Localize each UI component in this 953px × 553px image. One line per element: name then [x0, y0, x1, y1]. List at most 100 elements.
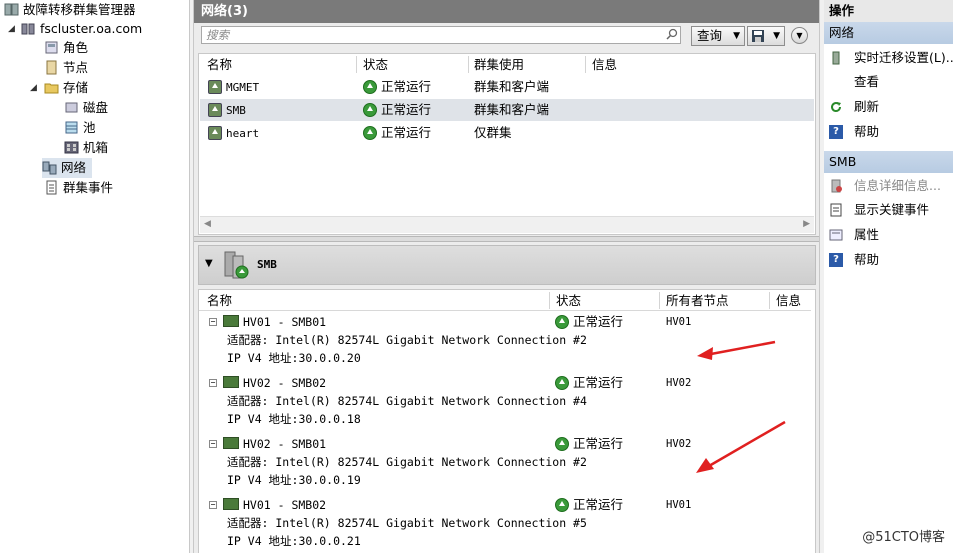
help-icon: ?	[829, 253, 843, 267]
interface-name: HV02 - SMB02	[223, 374, 326, 392]
list-item[interactable]: − HV02 - SMB01 适配器: Intel(R) 82574L Giga…	[199, 435, 811, 496]
interface-name: HV02 - SMB01	[223, 435, 326, 453]
tree-item-nodes[interactable]: 节点	[44, 58, 88, 78]
tree-item-label: 磁盘	[83, 100, 109, 115]
column-header-status[interactable]: 状态	[363, 55, 388, 75]
network-adapter-icon	[223, 498, 239, 510]
horizontal-splitter[interactable]	[194, 236, 819, 242]
tree-item-label: 存储	[63, 80, 89, 95]
network-name: heart	[226, 127, 260, 140]
column-header-owner-node[interactable]: 所有者节点	[666, 291, 729, 311]
ip-text: IP V4 地址:30.0.0.18	[227, 412, 361, 426]
ip-text: IP V4 地址:30.0.0.19	[227, 473, 361, 487]
network-list: 名称 状态 群集使用 信息 MGMET 正常运行 群集和客户端 SMB 正常运行…	[198, 53, 816, 235]
collapse-icon[interactable]: −	[209, 501, 217, 509]
pool-icon	[65, 121, 78, 134]
table-row[interactable]: MGMET 正常运行 群集和客户端	[200, 76, 814, 98]
refresh-icon	[831, 102, 842, 113]
query-button[interactable]: 查询 ▼	[691, 26, 745, 46]
collapse-icon[interactable]: −	[209, 440, 217, 448]
tree-root[interactable]: 故障转移群集管理器	[4, 0, 136, 20]
details-action[interactable]: 信息详细信息...	[824, 175, 953, 197]
network-icon	[42, 161, 57, 175]
status-up-icon	[555, 376, 569, 390]
status-cell: 正常运行	[363, 122, 431, 144]
tree-item-label: 网络	[61, 160, 87, 175]
refresh-action[interactable]: 刷新	[824, 96, 953, 118]
table-row[interactable]: SMB 正常运行 群集和客户端	[200, 99, 814, 121]
live-migration-settings-action[interactable]: 实时迁移设置(L)...	[824, 47, 953, 69]
scroll-right-icon[interactable]: ▶	[803, 219, 810, 229]
help-action-smb[interactable]: ? 帮助	[824, 249, 953, 271]
network-name-cell: SMB	[208, 99, 246, 122]
network-name: SMB	[226, 104, 246, 117]
center-pane: 网络(3) 搜索 查询 ▼ ▼ ▼ 名称 状态 群集使用 信息 MGMET 正常运…	[194, 0, 819, 553]
column-header-name[interactable]: 名称	[207, 55, 232, 75]
network-adapter-icon	[223, 437, 239, 449]
actions-section-networks[interactable]: 网络	[824, 22, 953, 44]
column-header-info[interactable]: 信息	[592, 55, 617, 75]
column-header-info[interactable]: 信息	[776, 291, 801, 311]
tree-item-pools[interactable]: 池	[64, 118, 96, 138]
status-up-icon	[363, 80, 377, 94]
tree-item-cluster-events[interactable]: 群集事件	[44, 178, 113, 198]
properties-action[interactable]: 属性	[824, 224, 953, 246]
actions-section-smb[interactable]: SMB	[824, 151, 953, 173]
view-action[interactable]: 查看	[824, 71, 953, 93]
tree-cluster[interactable]: fscluster.oa.com	[21, 19, 142, 39]
search-icon[interactable]	[666, 28, 678, 40]
tree-item-enclosures[interactable]: 机箱	[64, 138, 108, 158]
column-header-name[interactable]: 名称	[207, 291, 232, 311]
list-item[interactable]: − HV02 - SMB02 适配器: Intel(R) 82574L Giga…	[199, 374, 811, 435]
usage-cell: 仅群集	[474, 125, 512, 140]
tree-item-label: 群集事件	[63, 180, 114, 195]
collapse-toolbar-button[interactable]: ▼	[791, 27, 808, 44]
usage-cell: 群集和客户端	[474, 79, 550, 94]
save-query-button[interactable]: ▼	[747, 26, 785, 46]
status-up-icon	[555, 315, 569, 329]
tree-item-disks[interactable]: 磁盘	[64, 98, 108, 118]
tree-root-label: 故障转移群集管理器	[23, 2, 136, 17]
tree-cluster-label: fscluster.oa.com	[40, 21, 143, 36]
list-item[interactable]: − HV01 - SMB02 适配器: Intel(R) 82574L Giga…	[199, 496, 811, 553]
navigation-tree: 故障转移群集管理器 ◢ fscluster.oa.com 角色 节点 ◢ 存储 …	[0, 0, 189, 553]
expand-toggle[interactable]: ◢	[8, 19, 18, 39]
actions-pane: 操作 网络 实时迁移设置(L)... 查看 刷新 ? 帮助 SMB 信息详细信息.…	[824, 0, 953, 553]
expand-toggle[interactable]: ◢	[30, 78, 40, 98]
status-up-icon	[363, 103, 377, 117]
column-header-status[interactable]: 状态	[556, 291, 581, 311]
table-row[interactable]: heart 正常运行 仅群集	[200, 122, 814, 144]
search-input[interactable]: 搜索	[201, 26, 681, 44]
status-up-icon	[555, 437, 569, 451]
tree-item-networks[interactable]: 网络	[42, 158, 93, 178]
ip-text: IP V4 地址:30.0.0.20	[227, 351, 361, 365]
network-adapter-icon	[223, 315, 239, 327]
collapse-icon[interactable]: −	[209, 318, 217, 326]
horizontal-scrollbar[interactable]: ◀ ▶	[200, 216, 814, 233]
scroll-left-icon[interactable]: ◀	[204, 219, 211, 229]
disk-icon	[65, 102, 78, 113]
status-cell: 正常运行	[555, 313, 623, 331]
interface-name: HV01 - SMB02	[223, 496, 326, 514]
roles-icon	[45, 41, 58, 54]
network-server-icon	[224, 251, 249, 279]
collapse-icon[interactable]: −	[209, 379, 217, 387]
help-action[interactable]: ? 帮助	[824, 121, 953, 143]
adapter-text: 适配器: Intel(R) 82574L Gigabit Network Con…	[227, 455, 587, 469]
chevron-down-icon[interactable]: ▼	[205, 258, 213, 269]
show-critical-events-action[interactable]: 显示关键事件	[824, 199, 953, 221]
status-text: 正常运行	[381, 102, 432, 117]
column-header-usage[interactable]: 群集使用	[474, 55, 524, 75]
tree-item-storage[interactable]: 存储	[44, 78, 88, 98]
status-up-icon	[363, 126, 377, 140]
network-icon	[208, 80, 222, 94]
cluster-icon	[21, 23, 35, 35]
network-icon	[208, 103, 222, 117]
cluster-manager-icon	[4, 3, 19, 16]
detail-header[interactable]: ▼ SMB	[198, 245, 816, 285]
adapter-text: 适配器: Intel(R) 82574L Gigabit Network Con…	[227, 333, 587, 347]
status-up-icon	[555, 498, 569, 512]
tree-item-label: 节点	[63, 60, 89, 75]
tree-item-roles[interactable]: 角色	[44, 38, 88, 58]
list-item[interactable]: − HV01 - SMB01 适配器: Intel(R) 82574L Giga…	[199, 313, 811, 374]
